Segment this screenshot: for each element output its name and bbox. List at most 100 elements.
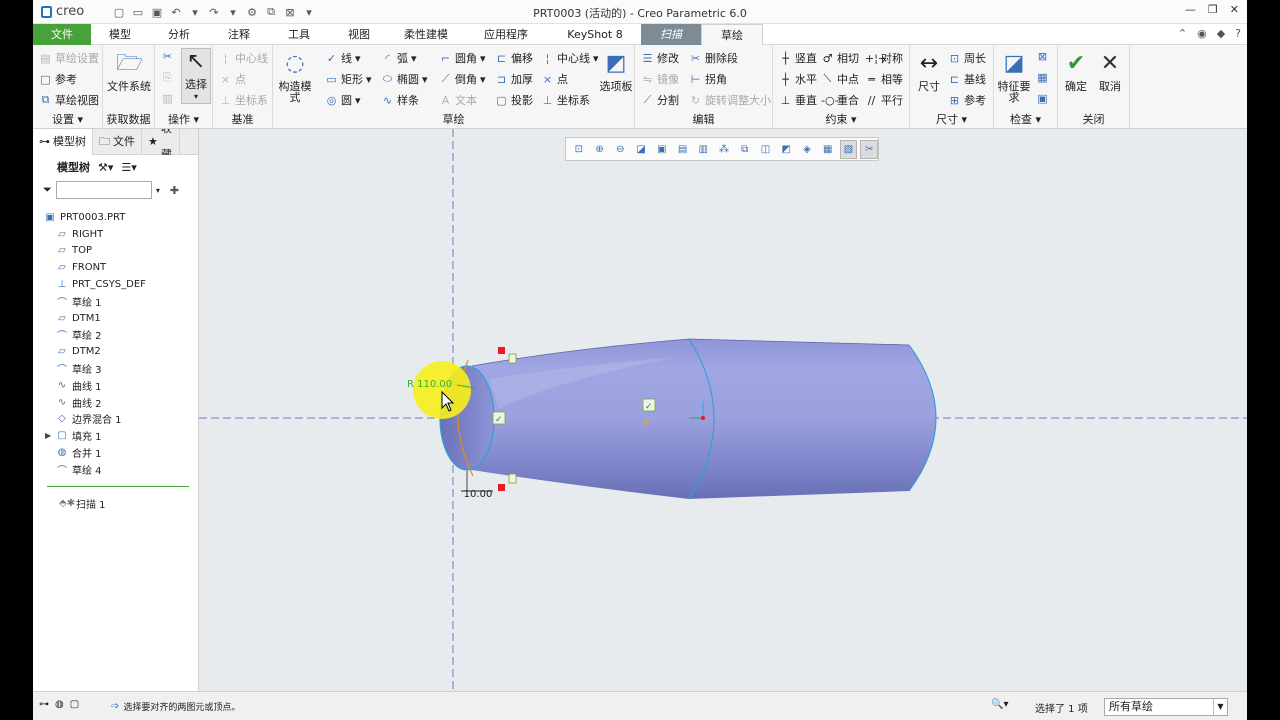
tree-settings-icon[interactable]: ⚒▾: [98, 161, 113, 174]
horizontal-constraint-button[interactable]: ┼ 水平: [779, 71, 817, 87]
close-icon[interactable]: ✕: [1230, 3, 1239, 16]
tab-folder-browser[interactable]: 🗀 文件: [93, 129, 142, 155]
perspective-icon[interactable]: ⁂: [715, 140, 733, 159]
expand-arrow-icon[interactable]: ▶: [45, 431, 55, 440]
tab-favorites[interactable]: ★收藏: [142, 129, 180, 155]
tree-item[interactable]: ⌒ 草绘 3: [33, 360, 198, 377]
repaint-icon[interactable]: ◪: [632, 140, 650, 159]
tab-annotate[interactable]: 注释: [209, 24, 269, 45]
tab-model[interactable]: 模型: [91, 24, 149, 45]
equal-constraint-button[interactable]: ═ 相等: [865, 71, 903, 87]
view-manager-icon[interactable]: ▥: [694, 140, 712, 159]
tab-model-tree[interactable]: ⊶ 模型树: [33, 129, 93, 155]
vertical-constraint-button[interactable]: ┼ 竖直: [779, 50, 817, 66]
arc-button[interactable]: ◜ 弧 ▾: [381, 50, 416, 66]
tab-file[interactable]: 文件: [33, 24, 91, 45]
overlap-check-icon[interactable]: ⊠: [1036, 50, 1049, 63]
settings-icon[interactable]: ◆: [1217, 27, 1225, 40]
datum-csys-button[interactable]: ⊥ 坐标系: [219, 92, 268, 108]
shade-closed-loops-icon[interactable]: ▦: [1036, 71, 1049, 84]
fillet-button[interactable]: ⌐ 圆角 ▾: [439, 50, 486, 66]
tree-item[interactable]: ∿ 曲线 2: [33, 394, 198, 411]
tree-item[interactable]: ▱ TOP: [33, 243, 198, 260]
tree-show-icon[interactable]: ☰▾: [121, 161, 136, 174]
copy-icon[interactable]: ⎘: [161, 71, 174, 85]
mirror-button[interactable]: ⇋ 镜像: [641, 71, 679, 87]
circle-button[interactable]: ◎ 圆 ▾: [325, 92, 361, 108]
tree-item[interactable]: ◇ 边界混合 1: [33, 411, 198, 428]
references-button[interactable]: □ 参考: [39, 71, 77, 87]
baseline-button[interactable]: ⊏ 基线: [948, 71, 986, 87]
group-dimension-label[interactable]: 尺寸 ▾: [910, 111, 993, 127]
sketch-point-button[interactable]: × 点: [541, 71, 568, 87]
minimize-ribbon-icon[interactable]: ⌃: [1178, 27, 1187, 40]
linear-dimension[interactable]: 10.00: [464, 489, 493, 500]
minimize-icon[interactable]: —: [1185, 3, 1196, 16]
tab-flexible-modeling[interactable]: 柔性建模: [389, 24, 463, 45]
group-setup-label[interactable]: 设置 ▾: [33, 111, 102, 127]
tree-item[interactable]: ◍ 合并 1: [33, 444, 198, 461]
construction-mode-button[interactable]: ◌ 构造模式: [277, 51, 313, 103]
constraint-display-icon[interactable]: ✂: [860, 139, 879, 159]
tree-item[interactable]: ⌒ 草绘 2: [33, 327, 198, 344]
tree-item[interactable]: ▱ DTM2: [33, 343, 198, 360]
tangent-constraint-button[interactable]: ♂ 相切: [821, 50, 859, 66]
ellipse-button[interactable]: ⬭ 椭圆 ▾: [381, 71, 428, 87]
spin-center-icon[interactable]: ◫: [757, 140, 775, 159]
help-icon[interactable]: ?: [1235, 27, 1241, 40]
modify-button[interactable]: ☰ 修改: [641, 50, 679, 66]
thicken-button[interactable]: ⊐ 加厚: [495, 71, 533, 87]
spline-button[interactable]: ∿ 样条: [381, 92, 419, 108]
sketch-csys-button[interactable]: ⊥ 坐标系: [541, 92, 590, 108]
offset-button[interactable]: ⊏ 偏移: [495, 50, 533, 66]
restore-icon[interactable]: ❐: [1208, 3, 1218, 16]
filter-icon[interactable]: ⏷: [43, 183, 52, 197]
tab-applications[interactable]: 应用程序: [463, 24, 549, 45]
group-operations-label[interactable]: 操作 ▾: [155, 111, 212, 127]
coincident-constraint-button[interactable]: -○- 重合: [821, 92, 859, 108]
display-style-icon[interactable]: ▣: [653, 140, 671, 159]
divide-button[interactable]: ⟋ 分割: [641, 92, 679, 108]
tree-item[interactable]: ∿ 曲线 1: [33, 377, 198, 394]
feature-requirements-button[interactable]: ◪ 特征要求: [996, 51, 1032, 103]
reference-dim-button[interactable]: ⊞ 参考: [948, 92, 986, 108]
tree-item[interactable]: ⌒ 草绘 4: [33, 461, 198, 478]
rectangle-button[interactable]: ▭ 矩形 ▾: [325, 71, 371, 87]
cut-icon[interactable]: ✂: [161, 50, 174, 63]
tree-item[interactable]: ▣ PRT0003.PRT: [33, 209, 198, 226]
tree-item[interactable]: ▱ FRONT: [33, 259, 198, 276]
add-column-icon[interactable]: ✚: [170, 184, 179, 197]
tree-item-in-progress[interactable]: ⬘✱ 扫描 1: [33, 495, 198, 512]
symmetric-constraint-button[interactable]: +¦+ 对称: [865, 50, 903, 66]
selection-count[interactable]: 选择了 1 项: [1035, 700, 1088, 715]
text-button[interactable]: A 文本: [439, 92, 477, 108]
sketch-setup-button[interactable]: ▤ 草绘设置: [39, 50, 99, 66]
chamfer-button[interactable]: ⟋ 倒角 ▾: [439, 71, 486, 87]
group-inspect-label[interactable]: 检查 ▾: [994, 111, 1057, 127]
perimeter-button[interactable]: ⊡ 周长: [948, 50, 986, 66]
tree-item[interactable]: ▱ RIGHT: [33, 226, 198, 243]
selection-filter-dropdown[interactable]: 所有草绘 ▼: [1104, 698, 1228, 716]
highlight-open-ends-icon[interactable]: ▣: [1036, 92, 1049, 105]
tree-item[interactable]: ▱ DTM1: [33, 310, 198, 327]
tab-view[interactable]: 视图: [329, 24, 389, 45]
line-button[interactable]: ✓ 线 ▾: [325, 50, 361, 66]
browser-toggle-icon[interactable]: ◍: [55, 699, 64, 710]
sketch-view-toggle-icon[interactable]: ◈: [798, 140, 816, 159]
tree-item[interactable]: ▶ ▢ 填充 1: [33, 427, 198, 444]
tree-item[interactable]: ⊥ PRT_CSYS_DEF: [33, 276, 198, 293]
model-tree-toggle-icon[interactable]: ⊶: [39, 699, 49, 710]
tab-keyshot[interactable]: KeyShot 8: [549, 24, 641, 45]
dimension-button[interactable]: ↔ 尺寸: [914, 51, 944, 92]
zoom-in-icon[interactable]: ⊕: [591, 140, 609, 159]
datum-centerline-button[interactable]: ¦ 中心线: [219, 50, 268, 66]
fullscreen-icon[interactable]: ▢: [70, 699, 79, 710]
paste-icon[interactable]: ▥: [161, 92, 174, 105]
datum-display-icon[interactable]: ⧉: [736, 140, 754, 159]
file-system-button[interactable]: 🗁 文件系统: [107, 51, 151, 92]
sketch-view-button[interactable]: ⧉ 草绘视图: [39, 92, 99, 108]
tab-sketch[interactable]: 草绘: [701, 24, 763, 45]
select-button[interactable]: ↖ 选择 ▾: [181, 48, 211, 104]
tab-analysis[interactable]: 分析: [149, 24, 209, 45]
help-search-icon[interactable]: ◉: [1197, 27, 1207, 40]
